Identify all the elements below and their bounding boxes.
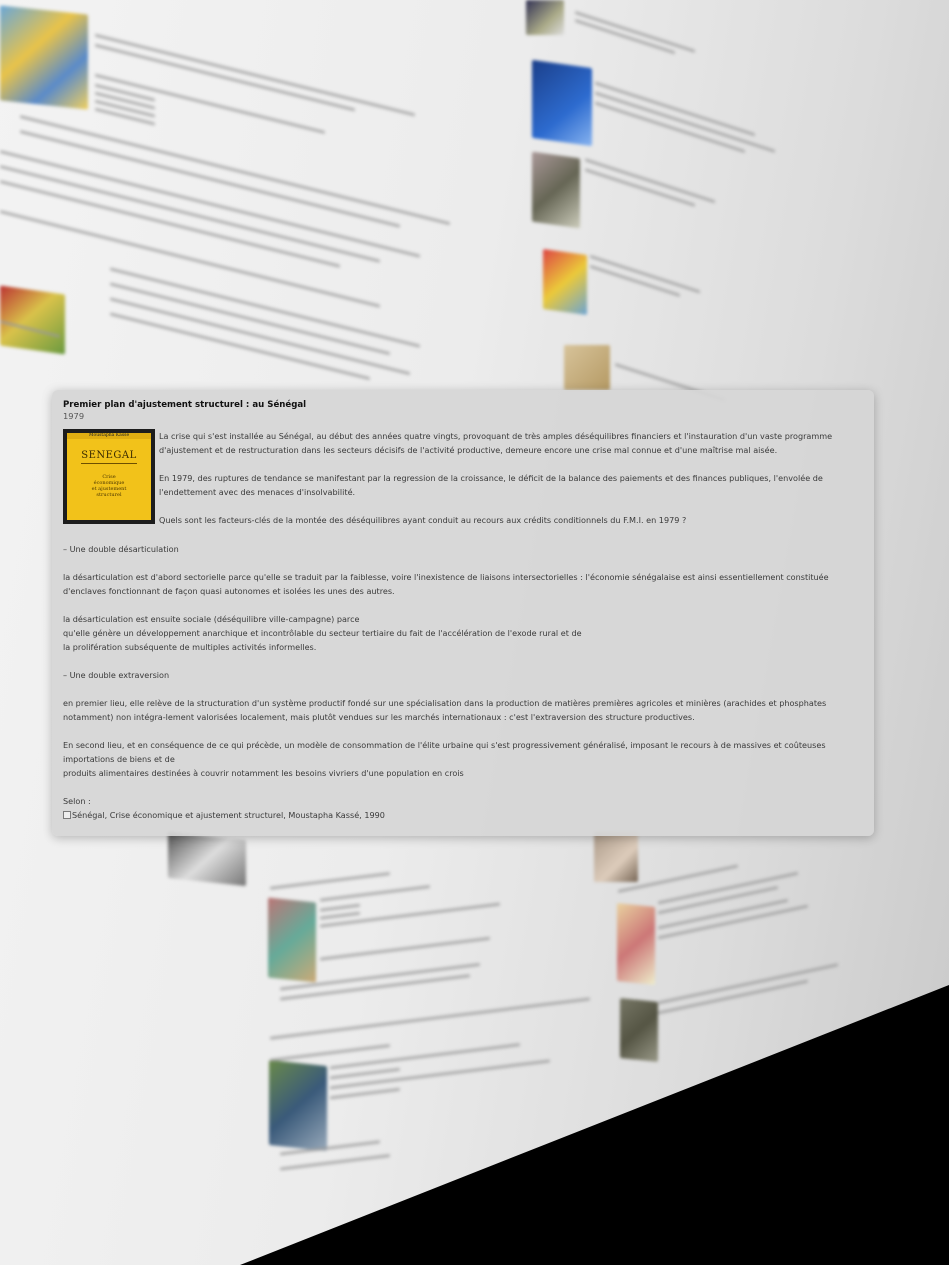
image-thumbnail	[564, 345, 610, 390]
broken-image-icon	[63, 811, 71, 819]
body-line: produits alimentaires destinées à couvri…	[63, 768, 464, 778]
body-paragraph: la désarticulation est d'abord sectoriel…	[63, 572, 829, 596]
map-thumbnail	[268, 897, 316, 983]
source-reference-link[interactable]: Sénégal, Crise économique et ajustement …	[63, 808, 862, 822]
intro-paragraph: La crise qui s'est installée au Sénégal,…	[159, 431, 833, 455]
event-title: Premier plan d'ajustement structurel : a…	[63, 400, 307, 410]
body-line: la prolifération subséquente de multiple…	[63, 642, 317, 652]
intro-text: La crise qui s'est installée au Sénégal,…	[159, 429, 862, 541]
source-reference-text[interactable]: Sénégal, Crise économique et ajustement …	[72, 808, 385, 822]
event-detail-card: Premier plan d'ajustement structurel : a…	[52, 390, 874, 836]
body-paragraph: En second lieu, et en conséquence de ce …	[63, 740, 826, 764]
body-line: qu'elle génère un développement anarchiq…	[63, 628, 582, 638]
image-thumbnail	[594, 832, 638, 882]
image-thumbnail	[532, 59, 592, 147]
cover-title: SENEGAL	[81, 449, 137, 464]
body-line: la désarticulation est ensuite sociale (…	[63, 614, 360, 624]
section-heading: – Une double désarticulation	[63, 544, 179, 554]
cover-author: Moustapha Kassé	[67, 433, 151, 439]
book-cover-image: Moustapha Kassé SENEGAL Crise économique…	[63, 429, 155, 524]
body-paragraph: en premier lieu, elle relève de la struc…	[63, 698, 827, 722]
intro-block: Moustapha Kassé SENEGAL Crise économique…	[63, 429, 862, 541]
image-thumbnail	[526, 0, 564, 35]
cover-subtitle: Crise économique et ajustement structure…	[91, 474, 127, 498]
source-label: Selon :	[63, 796, 91, 806]
map-thumbnail	[0, 5, 88, 110]
map-thumbnail	[0, 285, 65, 355]
intro-paragraph: En 1979, des ruptures de tendance se man…	[159, 473, 823, 497]
image-thumbnail	[532, 151, 580, 229]
section-heading: – Une double extraversion	[63, 670, 170, 680]
key-question: Quels sont les facteurs-clés de la monté…	[159, 515, 687, 525]
image-thumbnail	[269, 1059, 327, 1152]
map-thumbnail	[543, 248, 587, 316]
map-thumbnail	[617, 903, 655, 985]
event-year: 1979	[63, 411, 85, 421]
image-thumbnail	[620, 998, 658, 1062]
image-thumbnail	[168, 831, 246, 887]
